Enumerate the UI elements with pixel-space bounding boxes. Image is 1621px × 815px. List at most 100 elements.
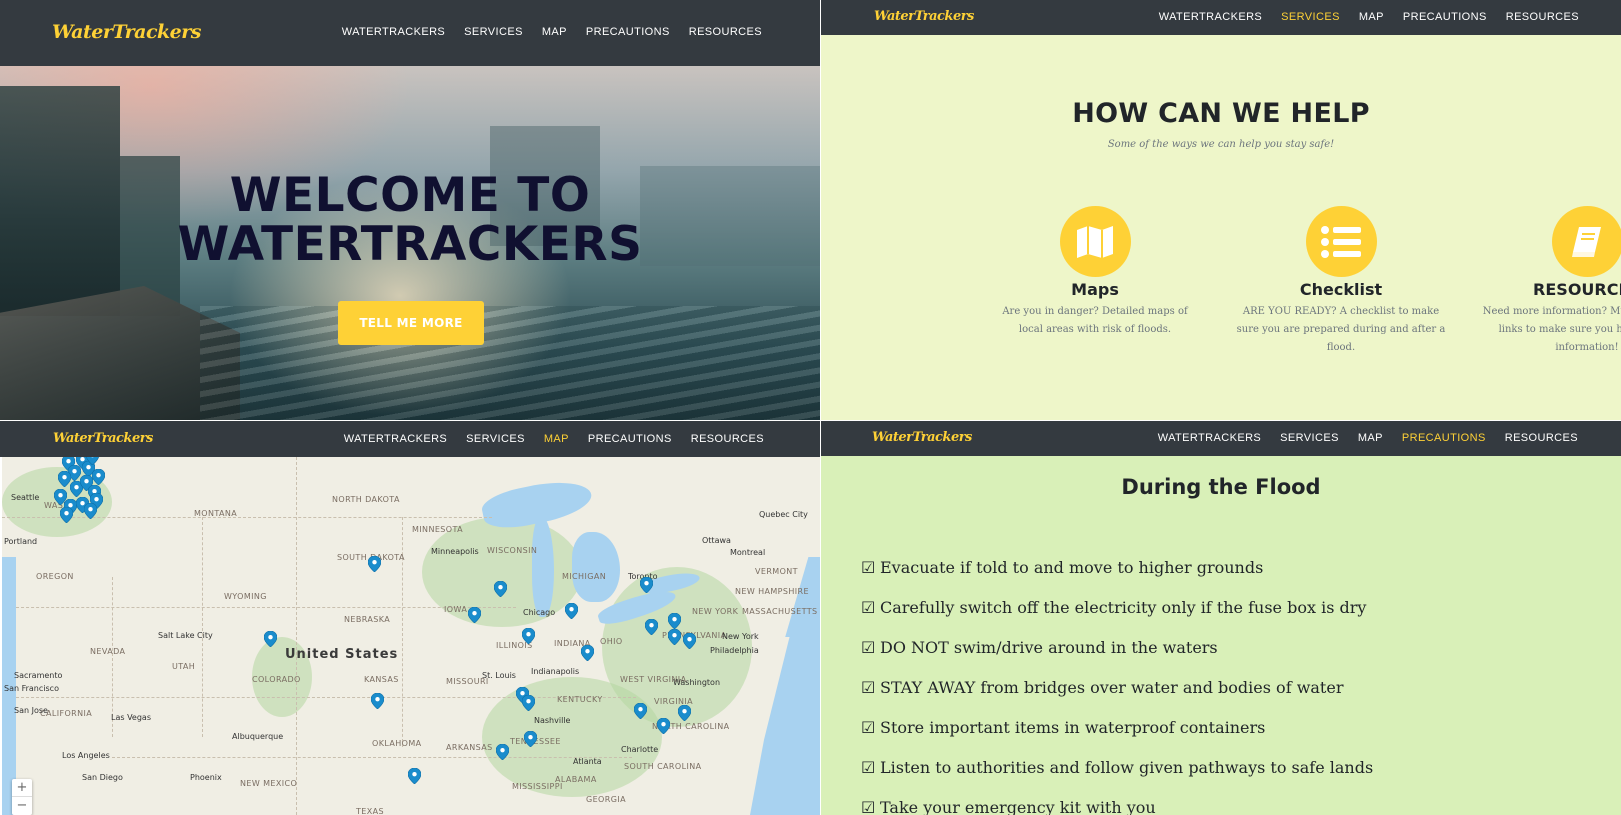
nav-links: WATERTRACKERS SERVICES MAP PRECAUTIONS R… (323, 26, 762, 38)
nav-link-precautions[interactable]: PRECAUTIONS (1403, 11, 1487, 23)
brand-logo[interactable]: WaterTrackers (874, 9, 974, 24)
list-item: ☑ Listen to authorities and follow given … (861, 757, 1374, 777)
state-label: WYOMING (224, 592, 267, 601)
state-label: WISCONSIN (487, 546, 538, 555)
nav-link-watertrackers[interactable]: WATERTRACKERS (344, 433, 447, 445)
map-marker-icon[interactable] (633, 702, 648, 720)
map-marker-icon[interactable] (523, 730, 538, 748)
state-label: NEW HAMPSHIRE (735, 587, 809, 596)
check-square-icon: ☑ (861, 597, 876, 617)
flood-map[interactable]: WASH NORTH DAKOTA MONTANA MINNESOTA SOUT… (2, 457, 820, 815)
map-marker-icon[interactable] (682, 632, 697, 650)
nav-link-watertrackers[interactable]: WATERTRACKERS (1159, 11, 1262, 23)
hero-background: WELCOME TO WATERTRACKERS TELL ME MORE (0, 66, 820, 420)
check-square-icon: ☑ (861, 677, 876, 697)
state-label: SOUTH CAROLINA (624, 762, 702, 771)
check-square-icon: ☑ (861, 557, 876, 577)
check-square-icon: ☑ (861, 717, 876, 737)
precautions-section: WaterTrackers WATERTRACKERS SERVICES MAP… (821, 421, 1621, 815)
service-title: RESOURCES (1533, 280, 1621, 299)
map-marker-icon[interactable] (564, 602, 579, 620)
map-marker-icon[interactable] (495, 743, 510, 761)
map-marker-icon[interactable] (493, 580, 508, 598)
state-label: NEBRASKA (344, 615, 391, 624)
book-icon (1551, 206, 1621, 277)
lake-huron (572, 532, 620, 602)
city-label: Philadelphia (710, 646, 759, 655)
brand-logo[interactable]: WaterTrackers (872, 430, 972, 445)
nav-link-map[interactable]: MAP (1358, 432, 1383, 444)
map-marker-icon[interactable] (367, 555, 382, 573)
nav-link-services[interactable]: SERVICES (1281, 11, 1340, 23)
map-marker-icon[interactable] (521, 694, 536, 712)
map-marker-icon[interactable] (263, 630, 278, 648)
map-marker-icon[interactable] (677, 704, 692, 722)
nav-link-resources[interactable]: RESOURCES (1506, 11, 1579, 23)
navbar: WaterTrackers WATERTRACKERS SERVICES MAP… (821, 421, 1621, 456)
nav-link-precautions[interactable]: PRECAUTIONS (588, 433, 672, 445)
nav-link-resources[interactable]: RESOURCES (691, 433, 764, 445)
list-item: ☑ STAY AWAY from bridges over water and b… (861, 677, 1344, 697)
nav-link-map[interactable]: MAP (544, 433, 569, 445)
nav-link-precautions[interactable]: PRECAUTIONS (586, 26, 670, 38)
hero-flood-waves (200, 306, 820, 420)
navbar: WaterTrackers WATERTRACKERS SERVICES MAP… (821, 0, 1621, 35)
map-marker-icon[interactable] (370, 692, 385, 710)
brand-logo[interactable]: WaterTrackers (53, 431, 153, 446)
map-marker-icon[interactable] (580, 644, 595, 662)
map-marker-icon[interactable] (91, 468, 106, 486)
city-label: Salt Lake City (158, 631, 213, 640)
nav-link-services[interactable]: SERVICES (1280, 432, 1339, 444)
list-item: ☑ DO NOT swim/drive around in the waters (861, 637, 1218, 657)
city-label: Albuquerque (232, 732, 284, 741)
service-maps: Maps Are you in danger? Detailed maps of… (985, 206, 1205, 339)
map-marker-icon[interactable] (83, 502, 98, 520)
city-label: Indianapolis (531, 667, 580, 676)
map-marker-icon[interactable] (407, 767, 422, 785)
nav-link-watertrackers[interactable]: WATERTRACKERS (342, 26, 445, 38)
section-title: During the Flood (1121, 475, 1321, 499)
service-text: Need more information? Multiple helpful … (1482, 306, 1621, 353)
map-marker-icon[interactable] (59, 506, 74, 524)
section-title: HOW CAN WE HELP (1072, 98, 1370, 129)
state-label: ARKANSAS (446, 743, 493, 752)
country-label: United States (285, 647, 399, 662)
check-square-icon: ☑ (861, 637, 876, 657)
city-label: Montreal (730, 548, 766, 557)
list-icon (1305, 206, 1377, 277)
nav-link-watertrackers[interactable]: WATERTRACKERS (1158, 432, 1261, 444)
city-label: San Jose (14, 706, 48, 715)
map-marker-icon[interactable] (656, 717, 671, 735)
state-label: MONTANA (194, 509, 238, 518)
nav-link-services[interactable]: SERVICES (464, 26, 523, 38)
nav-links: WATERTRACKERS SERVICES MAP PRECAUTIONS R… (325, 433, 764, 445)
zoom-in-button[interactable]: + (12, 779, 32, 797)
map-marker-icon[interactable] (521, 627, 536, 645)
map-marker-icon[interactable] (467, 606, 482, 624)
nav-link-resources[interactable]: RESOURCES (1505, 432, 1578, 444)
city-label: Charlotte (621, 745, 659, 754)
nav-link-precautions[interactable]: PRECAUTIONS (1402, 432, 1486, 444)
brand-logo[interactable]: WaterTrackers (52, 21, 201, 43)
precaution-list: ☑ Evacuate if told to and move to higher … (861, 547, 1373, 815)
map-marker-icon[interactable] (639, 576, 654, 594)
map-marker-icon[interactable] (85, 457, 100, 466)
zoom-out-button[interactable]: − (12, 797, 32, 815)
city-label: New York (722, 632, 759, 641)
map-marker-icon[interactable] (667, 628, 682, 646)
state-label: KANSAS (364, 675, 399, 684)
map-icon (1059, 206, 1131, 277)
list-item: ☑ Carefully switch off the electricity on… (861, 597, 1367, 617)
nav-link-resources[interactable]: RESOURCES (689, 26, 762, 38)
hero-title-line2: WATERTRACKERS (177, 217, 643, 272)
city-label: Los Angeles (62, 751, 110, 760)
nav-link-services[interactable]: SERVICES (466, 433, 525, 445)
map-marker-icon[interactable] (667, 612, 682, 630)
nav-link-map[interactable]: MAP (542, 26, 567, 38)
nav-links: WATERTRACKERS SERVICES MAP PRECAUTIONS R… (1139, 432, 1578, 444)
map-marker-icon[interactable] (644, 618, 659, 636)
state-label: MICHIGAN (562, 572, 607, 581)
tell-me-more-button[interactable]: TELL ME MORE (338, 301, 484, 345)
city-label: Seattle (11, 493, 40, 502)
nav-link-map[interactable]: MAP (1359, 11, 1384, 23)
